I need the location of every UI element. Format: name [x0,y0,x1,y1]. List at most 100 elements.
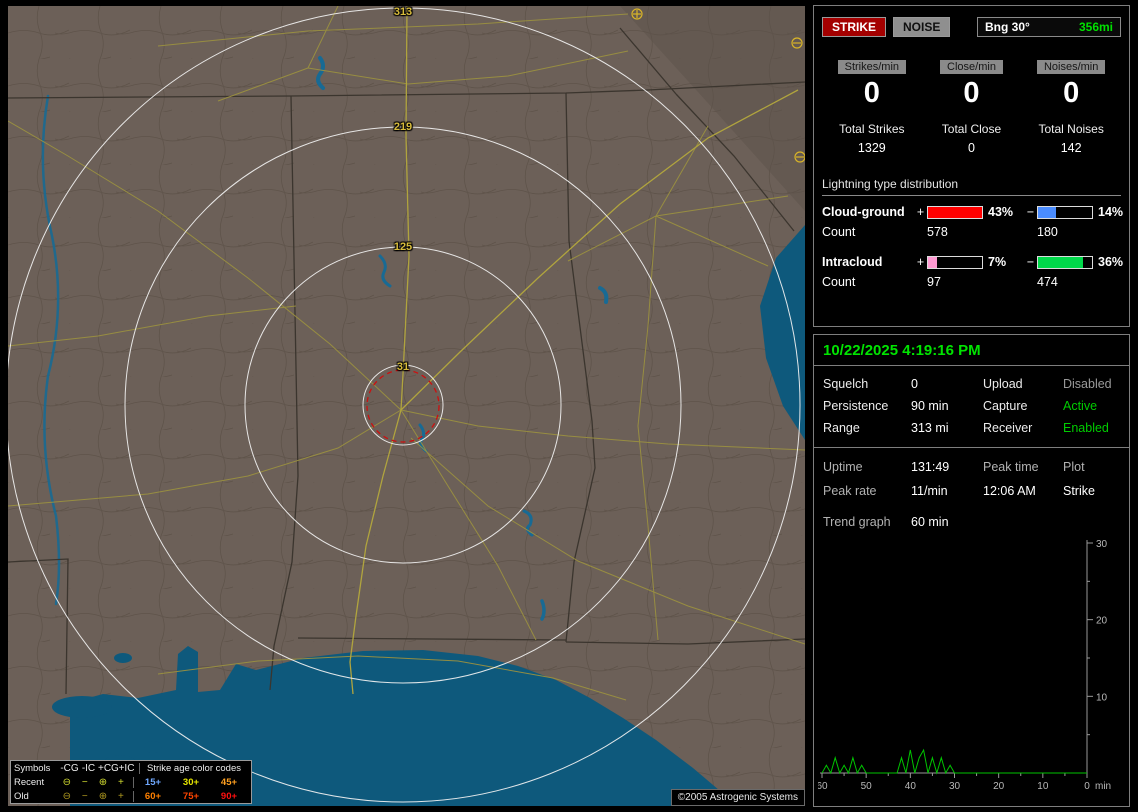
legend-col-pos-cg: +CG [98,762,119,774]
close-per-min-column: Close/min 0 Total Close 0 [922,57,1022,155]
total-strikes-value: 1329 [857,141,886,155]
svg-text:60: 60 [818,781,828,792]
intracloud-row: Intracloud + 7% − 36% [822,255,1124,269]
count-label: Count [822,225,856,239]
legend-age-header: Strike age color codes [139,762,248,774]
svg-text:0: 0 [1084,781,1090,792]
ic-neg-count: 474 [1037,275,1058,289]
noises-per-min-value: 0 [1063,77,1080,109]
svg-text:20: 20 [993,781,1005,792]
lightning-map[interactable]: 313 219 125 31 Symbols -CG -IC +CG +IC S… [8,6,805,806]
dist-bar-pos-0 [927,205,983,219]
setting-value2-2: Enabled [1063,421,1109,435]
legend-header-row: Symbols -CG -IC +CG +IC Strike age color… [11,761,251,775]
range-label-125: 125 [393,241,413,253]
strikes-per-min-value: 0 [863,77,880,109]
plot-value: Strike [1063,484,1095,498]
intracloud-counts: Count 97 474 [822,275,1121,289]
bearing-label: Bng 30° [985,20,1030,34]
uptime-stats-grid: Uptime 131:49 Peak time Plot Peak rate 1… [814,448,1129,500]
total-close-value: 0 [968,141,975,155]
trend-graph-label: Trend graph [823,515,891,529]
age-75: 75+ [182,790,200,802]
capture-label: Capture [983,399,1028,413]
system-info-panel: 10/22/2025 4:19:16 PM Squelch 0 Upload D… [813,334,1130,807]
neg-cg-old-icon: ⊖ [62,790,71,802]
dist-bar-pos-1 [927,255,983,269]
neg-ic-old-icon: − [81,790,88,802]
cloud-ground-row: Cloud-ground + 43% − 14% [822,205,1124,219]
range-value: 313 mi [911,421,949,435]
noises-per-min-chip: Noises/min [1036,60,1106,74]
indicator-row: STRIKE NOISE Bng 30° 356mi [822,17,1121,37]
close-per-min-value: 0 [963,77,980,109]
setting-value2-1: Active [1063,399,1098,413]
rate-counters: Strikes/min 0 Total Strikes 1329 Close/m… [822,57,1121,155]
cg-pos-percent: 43% [988,205,1014,219]
dist-bar-neg-1 [1037,255,1093,269]
persistence-value: 90 min [911,399,949,413]
legend-old-ages: 60+ 75+ 90+ [132,790,248,802]
legend-old-label: Old [14,790,29,802]
distribution-title: Lightning type distribution [822,177,1121,196]
cloud-ground-counts: Count 578 180 [822,225,1121,239]
intracloud-label: Intracloud [822,255,883,269]
range-label-219: 219 [393,121,413,133]
cloud-ground-label: Cloud-ground [822,205,905,219]
legend-old-row: Old ⊖ − ⊕ + 60+ 75+ 90+ [11,789,251,803]
age-45: 45+ [220,776,238,788]
strikes-per-min-chip: Strikes/min [837,60,907,74]
trend-chart: 30 20 10 60 50 40 30 20 10 0 min [818,539,1111,792]
count-label: Count [822,275,856,289]
strike-button[interactable]: STRIKE [822,17,887,37]
age-90: 90+ [220,790,238,802]
dist-bar-neg-0 [1037,205,1093,219]
legend-symbols-header: Symbols [14,762,51,774]
svg-text:30: 30 [1096,539,1108,550]
ic-neg-percent: 36% [1098,255,1124,269]
trend-graph-row: Trend graph 60 min [814,500,1129,529]
neg-ic-recent-icon: − [81,776,88,788]
legend-recent-label: Recent [14,776,45,788]
legend-recent-ages: 15+ 30+ 45+ [132,776,248,788]
range-label: Range [823,421,860,435]
pos-ic-old-icon: + [118,790,124,802]
copyright-credit: ©2005 Astrogenic Systems [670,789,805,806]
upload-label: Upload [983,377,1023,391]
total-strikes-label: Total Strikes [839,122,905,136]
peak-rate-label: Peak rate [823,484,877,498]
legend-col-pos-ic: +IC [118,762,135,774]
receiver-label: Receiver [983,421,1033,435]
pos-cg-old-icon: ⊕ [98,790,108,802]
setting-value2-0: Disabled [1063,377,1112,391]
svg-text:10: 10 [1037,781,1049,792]
legend-col-neg-cg: -CG [60,762,79,774]
total-noises-label: Total Noises [1038,122,1104,136]
pos-cg-recent-icon: ⊕ [98,776,108,788]
ic-pos-count: 97 [927,275,941,289]
plus-sign: + [916,255,925,269]
noise-button[interactable]: NOISE [893,17,951,37]
minus-sign: − [1026,255,1035,269]
age-30: 30+ [182,776,200,788]
noises-per-min-column: Noises/min 0 Total Noises 142 [1021,57,1121,155]
cg-neg-percent: 14% [1098,205,1124,219]
plus-sign: + [916,205,925,219]
ic-pos-percent: 7% [988,255,1007,269]
total-close-label: Total Close [941,122,1002,136]
svg-text:40: 40 [905,781,917,792]
peak-time-value: 12:06 AM [983,484,1036,498]
cg-neg-count: 180 [1037,225,1058,239]
side-panel: STRIKE NOISE Bng 30° 356mi Strikes/min 0… [813,0,1133,812]
cg-pos-count: 578 [927,225,948,239]
legend-recent-row: Recent ⊖ − ⊕ + 15+ 30+ 45+ [11,775,251,789]
legend-col-neg-ic: -IC [81,762,96,774]
range-label-31: 31 [396,361,410,373]
settings-grid: Squelch 0 Upload Disabled Persistence 90… [814,366,1129,437]
strike-stats-panel: STRIKE NOISE Bng 30° 356mi Strikes/min 0… [813,5,1130,327]
squelch-label: Squelch [823,377,869,391]
range-label-313: 313 [393,6,413,18]
squelch-value: 0 [911,377,918,391]
pos-ic-recent-icon: + [118,776,124,788]
svg-text:min: min [1095,781,1111,792]
